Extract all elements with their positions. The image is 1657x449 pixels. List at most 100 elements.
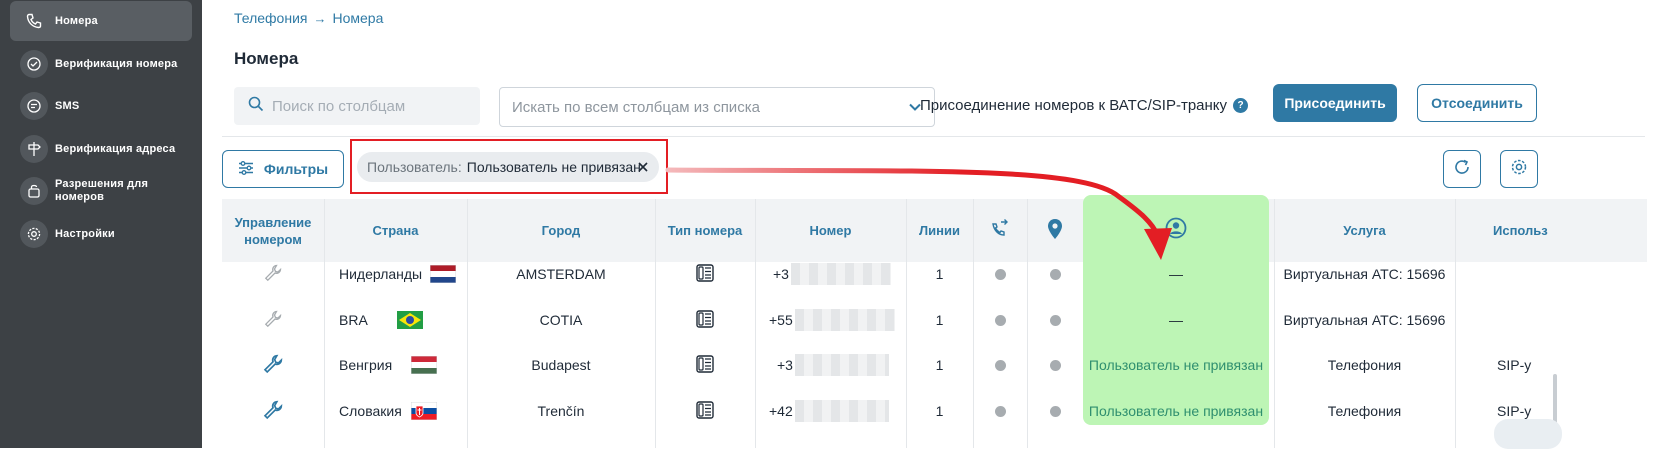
sidebar-item-sms[interactable]: SMS — [10, 86, 192, 126]
phone-check-icon — [20, 50, 48, 78]
table-row[interactable]: Венгрия Budapest +3 1 Пользователь не пр… — [222, 342, 1647, 388]
user-avatar-icon — [1165, 217, 1187, 244]
status-dot — [994, 405, 1006, 417]
refresh-icon — [1452, 157, 1472, 182]
sidebar-item-number-verification[interactable]: Верификация номера — [10, 44, 192, 84]
gear-icon — [1509, 157, 1529, 182]
country-cell: BRA — [339, 297, 464, 343]
forwarding-status — [973, 251, 1027, 297]
lines-cell: 1 — [935, 357, 944, 373]
sidebar-item-address-verification[interactable]: Верификация адреса — [10, 129, 192, 169]
manage-cell — [222, 251, 324, 297]
number-type-cell — [655, 388, 755, 434]
sidebar-item-label: Номера — [55, 14, 98, 27]
breadcrumb-root-link[interactable]: Телефония — [234, 10, 307, 26]
used-cell — [1497, 251, 1647, 297]
country-name: BRA — [339, 312, 368, 328]
forwarding-status — [973, 297, 1027, 343]
page-title: Номера — [234, 49, 299, 68]
number-redacted — [794, 354, 889, 376]
sidebar-item-label: SMS — [55, 99, 80, 112]
flag-brazil-icon — [397, 311, 423, 329]
breadcrumb-current: Номера — [332, 10, 384, 26]
filters-button[interactable]: Фильтры — [222, 150, 344, 188]
number-prefix: +42 — [769, 403, 793, 419]
city-cell: Budapest — [531, 357, 591, 373]
sidebar: Номера Верификация номера SMS Верификаци… — [0, 0, 202, 448]
used-cell — [1497, 297, 1647, 343]
lines-cell: 1 — [935, 312, 944, 328]
user-cell: — — [1169, 312, 1183, 328]
phone-icon — [20, 7, 48, 35]
wrench-icon[interactable] — [263, 354, 283, 377]
country-cell: Нидерланды — [339, 251, 464, 297]
number-cell: +55 — [769, 297, 906, 343]
number-type-cell — [655, 251, 755, 297]
manage-cell[interactable] — [222, 388, 324, 434]
location-status — [1027, 388, 1083, 434]
flag-hungary-icon — [410, 355, 438, 375]
used-cell: SIP-у — [1497, 357, 1532, 373]
attach-description: Присоединение номеров к ВАТС/SIP-транку … — [920, 97, 1249, 114]
location-status — [1027, 297, 1083, 343]
country-cell: Словакия — [339, 388, 464, 434]
city-cell: Trenčín — [537, 403, 585, 419]
number-prefix: +3 — [773, 266, 789, 282]
sidebar-item-label: Верификация адреса — [55, 142, 176, 155]
table-row[interactable]: BRA COTIA +55 1 — Виртуальная АТС: 15696 — [222, 297, 1647, 343]
number-redacted — [794, 309, 895, 331]
status-dot — [994, 268, 1006, 280]
status-dot — [1049, 359, 1061, 371]
table-row[interactable]: Нидерланды AMSTERDAM +3 1 — Виртуальная … — [222, 251, 1647, 297]
number-type-cell — [655, 297, 755, 343]
all-columns-search-placeholder: Искать по всем столбцам из списка — [512, 98, 760, 116]
city-cell: COTIA — [539, 312, 583, 328]
vertical-scrollbar[interactable] — [1553, 374, 1557, 424]
number-cell: +42 — [769, 388, 906, 434]
country-name: Нидерланды — [339, 266, 423, 282]
status-dot — [994, 359, 1006, 371]
filters-button-label: Фильтры — [263, 161, 329, 177]
lines-cell: 1 — [935, 403, 944, 419]
status-dot — [1049, 314, 1061, 326]
number-cell: +3 — [773, 251, 906, 297]
user-cell: Пользователь не привязан — [1088, 357, 1264, 373]
country-cell: Венгрия — [339, 342, 464, 388]
manage-cell — [222, 297, 324, 343]
service-cell: Виртуальная АТС: 15696 — [1283, 312, 1446, 328]
refresh-button[interactable] — [1443, 150, 1481, 188]
user-cell: — — [1169, 266, 1183, 282]
lines-cell: 1 — [935, 266, 944, 282]
sidebar-item-permissions[interactable]: Разрешения для номеров — [10, 171, 192, 211]
wrench-disabled-icon — [264, 264, 282, 285]
sidebar-item-label: Разрешения для номеров — [55, 178, 149, 203]
call-forward-icon — [989, 218, 1011, 244]
sidebar-item-settings[interactable]: Настройки — [10, 214, 192, 254]
gear-icon — [20, 220, 48, 248]
service-cell: Телефония — [1327, 357, 1402, 373]
attach-button[interactable]: Присоединить — [1273, 84, 1397, 122]
breadcrumb: Телефония → Номера — [234, 10, 383, 26]
sidebar-item-numbers[interactable]: Номера — [10, 1, 192, 41]
wrench-icon[interactable] — [263, 400, 283, 423]
annotation-highlight-box — [350, 139, 668, 194]
number-prefix: +3 — [777, 357, 793, 373]
floating-widget[interactable] — [1494, 419, 1562, 449]
sidebar-item-label: Настройки — [55, 227, 115, 240]
desk-phone-icon — [695, 400, 715, 423]
desk-phone-icon — [695, 309, 715, 332]
service-cell: Виртуальная АТС: 15696 — [1283, 266, 1446, 282]
column-search-placeholder: Поиск по столбцам — [272, 97, 406, 115]
manage-cell[interactable] — [222, 342, 324, 388]
table-row[interactable]: Словакия Trenčín +42 1 Пользователь не п… — [222, 388, 1647, 434]
detach-button[interactable]: Отсоединить — [1417, 84, 1537, 122]
all-columns-search-select[interactable]: Искать по всем столбцам из списка — [499, 87, 935, 127]
service-cell: Телефония — [1327, 403, 1402, 419]
column-search-input[interactable]: Поиск по столбцам — [234, 87, 480, 125]
flag-netherlands-icon — [429, 264, 457, 284]
table-settings-button[interactable] — [1500, 150, 1538, 188]
location-pin-icon — [1047, 218, 1063, 244]
help-icon[interactable]: ? — [1233, 98, 1249, 113]
search-icon — [248, 96, 264, 117]
permissions-icon — [20, 177, 48, 205]
